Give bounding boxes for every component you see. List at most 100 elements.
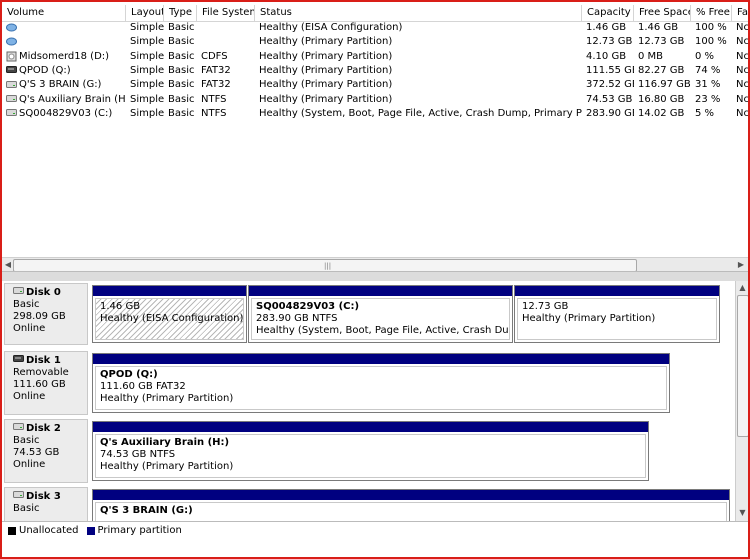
cell-free: 16.80 GB xyxy=(638,93,685,105)
cell-fault: Nc xyxy=(736,107,748,119)
partition-title: QPOD (Q:) xyxy=(100,369,158,380)
disk-blue-icon xyxy=(6,37,17,48)
legend-label: Primary partition xyxy=(97,525,182,536)
hard-drive-icon xyxy=(6,108,17,119)
cd-drive-icon xyxy=(6,51,17,62)
partition-size: 1.46 GB xyxy=(100,301,141,312)
disk-row: Disk 1 Removable 111.60 GB Online QPOD (Q:) 1… xyxy=(2,351,735,415)
cell-capacity: 74.53 GB xyxy=(586,93,633,105)
cell-status: Healthy (System, Boot, Page File, Active… xyxy=(259,107,582,119)
cell-pct: 0 % xyxy=(695,50,715,62)
cell-fs xyxy=(197,21,255,35)
disk-label[interactable]: Disk 0 Basic 298.09 GB Online xyxy=(4,283,88,345)
column-status[interactable]: Status xyxy=(255,5,582,21)
partition-block[interactable]: Q's Auxiliary Brain (H:) 74.53 GB NTFS Hea… xyxy=(92,421,649,481)
cell-fault: Nc xyxy=(736,64,748,76)
disk-label[interactable]: Disk 2 Basic 74.53 GB Online xyxy=(4,419,88,483)
scroll-down-icon[interactable]: ▼ xyxy=(737,507,748,518)
cell-type: Basic xyxy=(168,50,195,62)
disk-row: Disk 2 Basic 74.53 GB Online Q's Auxiliary B… xyxy=(2,419,735,483)
scroll-left-icon[interactable]: ◀ xyxy=(3,260,13,270)
scroll-up-icon[interactable]: ▲ xyxy=(737,282,748,293)
partition-block[interactable]: SQ004829V03 (C:) 283.90 GB NTFS Healthy (S… xyxy=(248,285,513,343)
table-row[interactable]: Q's Auxiliary Brain (H:) Simple Basic NTFS H… xyxy=(2,93,748,107)
cell-fault: Nc xyxy=(736,22,748,33)
column-type[interactable]: Type xyxy=(164,5,197,21)
cell-free: 14.02 GB xyxy=(638,107,685,119)
cell-type: Basic xyxy=(168,107,195,119)
scroll-right-icon[interactable]: ▶ xyxy=(736,260,746,270)
disk-kind: Removable xyxy=(13,367,69,378)
cell-layout: Simple xyxy=(130,79,164,91)
column-layout[interactable]: Layout xyxy=(126,5,164,21)
disk-name: Disk 0 xyxy=(13,286,87,299)
disk-size: 74.53 GB xyxy=(13,447,60,458)
table-row[interactable]: Q'S 3 BRAIN (G:) Simple Basic FAT32 Healthy … xyxy=(2,78,748,92)
partition-body: 1.46 GB Healthy (EISA Configuration) xyxy=(95,298,244,340)
volume-name: QPOD (Q:) xyxy=(19,64,71,76)
column-percent-free[interactable]: % Free xyxy=(691,5,732,21)
cell-pct: 100 % xyxy=(695,22,727,33)
column-free-space[interactable]: Free Space xyxy=(634,5,691,21)
partition-status: Healthy (EISA Configuration) xyxy=(100,313,244,324)
partition-body: SQ004829V03 (C:) 283.90 GB NTFS Healthy (S… xyxy=(251,298,510,340)
hard-drive-icon xyxy=(13,490,24,503)
partition-title: SQ004829V03 (C:) xyxy=(256,301,360,312)
partition-size: 12.73 GB xyxy=(522,301,569,312)
vertical-scrollbar[interactable]: ▲ ▼ xyxy=(735,281,748,521)
volume-name: SQ004829V03 (C:) xyxy=(19,107,113,119)
cell-capacity: 1.46 GB xyxy=(586,22,627,33)
table-row[interactable]: Midsomerd18 (D:) Simple Basic CDFS Healthy (… xyxy=(2,50,748,64)
disk-name: Disk 1 xyxy=(13,354,87,367)
disk-state: Online xyxy=(13,459,46,470)
vertical-scroll-thumb[interactable] xyxy=(737,295,748,437)
partition-title: Q'S 3 BRAIN (G:) xyxy=(100,505,193,516)
disk-label[interactable]: Disk 1 Removable 111.60 GB Online xyxy=(4,351,88,415)
cell-pct: 100 % xyxy=(695,36,727,48)
grip-icon: ||| xyxy=(324,262,332,270)
table-row[interactable]: SQ004829V03 (C:) Simple Basic NTFS Healthy (… xyxy=(2,107,748,121)
cell-capacity: 12.73 GB xyxy=(586,36,633,48)
cell-layout: Simple xyxy=(130,93,164,105)
column-file-system[interactable]: File System xyxy=(197,5,255,21)
horizontal-scrollbar[interactable]: ◀ ||| ▶ xyxy=(2,257,748,272)
column-volume[interactable]: Volume xyxy=(2,5,126,21)
partition-status: Healthy (Primary Partition) xyxy=(522,313,656,324)
disk-kind: Basic xyxy=(13,299,40,310)
window-frame: Volume Layout Type File System Status Ca… xyxy=(0,0,750,559)
partition-block[interactable]: 12.73 GB Healthy (Primary Partition) xyxy=(514,285,720,343)
cell-fault: Nc xyxy=(736,93,748,105)
legend-primary-partition: Primary partition xyxy=(86,525,182,536)
partition-bar xyxy=(93,490,729,500)
cell-volume: Q's Auxiliary Brain (H:) xyxy=(2,93,126,107)
disk-name-text: Disk 2 xyxy=(26,422,61,434)
disk-state: Online xyxy=(13,391,46,402)
partition-bar xyxy=(93,422,648,432)
partition-bar xyxy=(93,286,246,296)
partition-block[interactable]: QPOD (Q:) 111.60 GB FAT32 Healthy (Primary… xyxy=(92,353,670,413)
cell-fs: FAT32 xyxy=(201,79,231,91)
table-row[interactable]: QPOD (Q:) Simple Basic FAT32 Healthy (Primar… xyxy=(2,64,748,78)
column-capacity[interactable]: Capacity xyxy=(582,5,634,21)
pane-splitter[interactable] xyxy=(2,271,748,281)
disk-blue-icon xyxy=(6,23,17,34)
partition-block[interactable]: 1.46 GB Healthy (EISA Configuration) xyxy=(92,285,247,343)
disk-name-text: Disk 1 xyxy=(26,354,61,366)
cell-volume xyxy=(2,21,126,35)
partition-block[interactable]: Q'S 3 BRAIN (G:) xyxy=(92,489,730,525)
table-row[interactable]: Simple Basic Healthy (EISA Configuration) 1… xyxy=(2,21,748,35)
column-fault-tolerance[interactable]: Fa xyxy=(732,5,748,21)
hard-drive-icon xyxy=(6,80,17,91)
cell-pct: 74 % xyxy=(695,64,721,76)
volume-name: Midsomerd18 (D:) xyxy=(19,50,110,62)
cell-layout: Simple xyxy=(130,107,164,119)
cell-type: Basic xyxy=(168,64,195,76)
table-row[interactable]: Simple Basic Healthy (Primary Partition) 12… xyxy=(2,35,748,49)
cell-volume: Midsomerd18 (D:) xyxy=(2,50,126,64)
cell-type: Basic xyxy=(168,79,195,91)
disk-size: 298.09 GB xyxy=(13,311,66,322)
partition-bar xyxy=(515,286,719,296)
cell-fault: Nc xyxy=(736,36,748,48)
cell-pct: 5 % xyxy=(695,107,715,119)
hard-drive-icon xyxy=(13,422,24,435)
